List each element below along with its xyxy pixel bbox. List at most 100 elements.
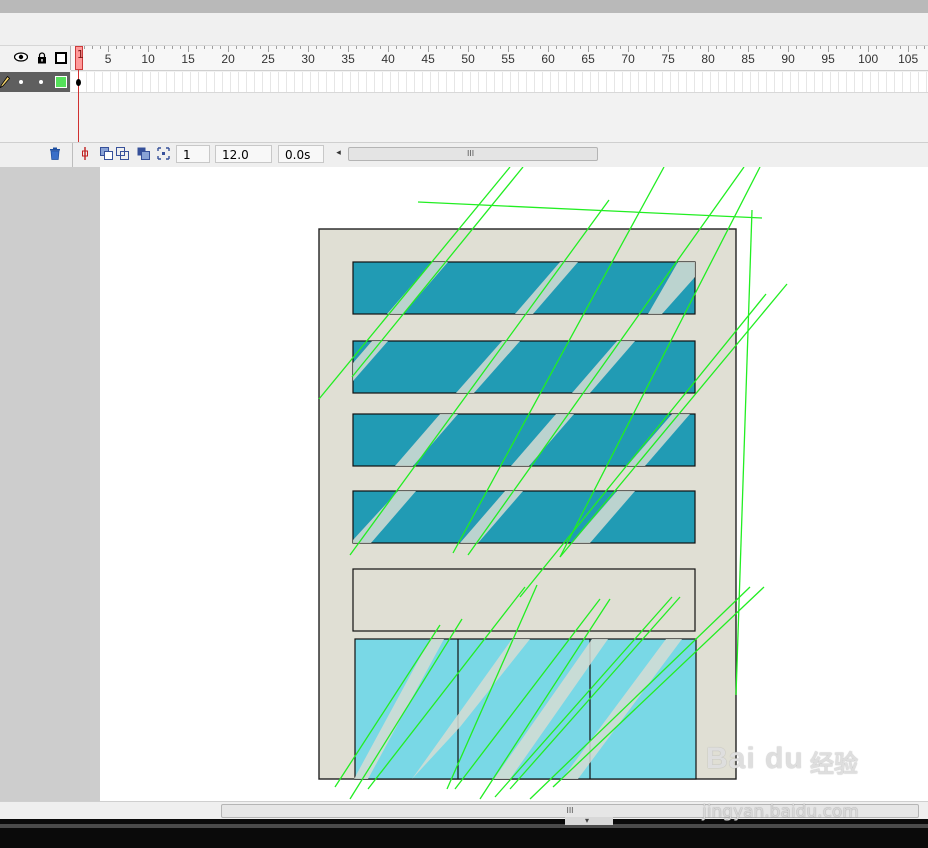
ruler-tick [836, 46, 837, 49]
layer-lock-dot[interactable] [39, 80, 43, 84]
onion-outline-icon[interactable] [116, 147, 129, 160]
ruler-tick [332, 46, 333, 49]
ruler-tick [860, 46, 861, 49]
edit-multiple-icon[interactable] [137, 147, 150, 160]
watermark-url: jingyan.baidu.com [702, 802, 859, 822]
ruler-tick [476, 46, 477, 49]
scroll-left-arrow-icon[interactable]: ◂ [332, 147, 345, 160]
ruler-tick [500, 46, 501, 49]
layer-color-icon[interactable] [55, 76, 67, 88]
frame-rate-field[interactable]: 12.0 fps [215, 145, 272, 180]
ruler-tick [244, 46, 245, 49]
onion-skin-icon[interactable] [100, 147, 113, 160]
ruler-tick [460, 46, 461, 49]
ruler-tick [684, 46, 685, 49]
watermark: Bai du 经验 jingyan.baidu.com [702, 742, 876, 828]
ruler-tick [436, 46, 437, 49]
ruler-frame-number: 20 [221, 52, 235, 66]
watermark-brand: Bai du [706, 742, 804, 775]
ruler-tick [564, 46, 565, 49]
playhead-frame-label: 1 [77, 48, 84, 61]
ruler-tick [172, 46, 173, 49]
ruler-tick [596, 46, 597, 49]
ruler-frame-number: 50 [461, 52, 475, 66]
ruler-tick [204, 46, 205, 49]
ruler-tick [740, 46, 741, 49]
ruler-frame-number: 75 [661, 52, 675, 66]
outline-icon[interactable] [54, 52, 67, 64]
ruler-tick [780, 46, 781, 49]
ruler-tick [356, 46, 357, 49]
toolbar-strip [0, 13, 928, 46]
ruler-frame-number: 55 [501, 52, 515, 66]
ruler-frame-number: 5 [104, 52, 112, 66]
ruler-tick [892, 46, 893, 49]
ruler-frame-number: 95 [821, 52, 835, 66]
watermark-brand-cn: 经验 [810, 750, 858, 778]
ruler-frame-number: 65 [581, 52, 595, 66]
ruler-tick [724, 46, 725, 49]
ruler-tick [580, 46, 581, 49]
layer-visibility-dot[interactable] [19, 80, 23, 84]
frame-grid[interactable] [71, 72, 928, 93]
ruler-tick [652, 46, 653, 49]
elapsed-time-field: 0.0s [278, 145, 324, 163]
ruler-tick [156, 46, 157, 49]
layer-header [0, 46, 71, 70]
ruler-tick [516, 46, 517, 49]
ruler-tick [180, 46, 181, 49]
ruler-tick [620, 46, 621, 49]
ruler-tick [924, 46, 925, 49]
layer-row[interactable] [0, 72, 70, 92]
ruler-tick [660, 46, 661, 49]
ruler-tick [732, 46, 733, 49]
ruler-tick [676, 46, 677, 49]
ruler-tick [292, 46, 293, 49]
ruler-frame-number: 90 [781, 52, 795, 66]
ruler-tick [92, 46, 93, 49]
center-frame-icon[interactable] [78, 147, 91, 160]
ruler-tick [812, 46, 813, 49]
ruler-frame-number: 85 [741, 52, 755, 66]
ruler-tick [420, 46, 421, 49]
stage-area [0, 167, 928, 801]
ruler-tick [756, 46, 757, 49]
ruler-tick [556, 46, 557, 49]
window-top-bar [0, 0, 928, 13]
modify-markers-icon[interactable] [157, 147, 170, 160]
timeline-footer: 1 12.0 fps 0.0s ◂ III [0, 142, 928, 180]
stage-canvas[interactable] [0, 167, 928, 801]
ruler-tick [644, 46, 645, 49]
trash-icon[interactable] [48, 147, 61, 160]
panel-collapse-handle[interactable]: ▾ [565, 816, 613, 825]
ruler-tick [396, 46, 397, 49]
ruler-tick [444, 46, 445, 49]
ruler-tick [612, 46, 613, 49]
keyframe-dot[interactable] [76, 79, 81, 86]
timeline-scrollbar[interactable]: III [348, 147, 598, 161]
ruler-tick [140, 46, 141, 49]
sign-band[interactable] [352, 568, 696, 632]
ruler-tick [820, 46, 821, 49]
ruler-tick [380, 46, 381, 49]
ruler-tick [764, 46, 765, 49]
lock-icon[interactable] [35, 52, 48, 64]
current-frame-field[interactable]: 1 [176, 145, 210, 163]
eye-icon[interactable] [13, 52, 29, 64]
ruler-tick [572, 46, 573, 49]
ruler-frame-number: 80 [701, 52, 715, 66]
ruler-tick [276, 46, 277, 49]
ruler-tick [220, 46, 221, 49]
frame-ruler[interactable]: 5 10 15 20 25 30 35 40 45 50 55 60 65 70 75 80 85 90 95 100… [71, 46, 928, 71]
ruler-tick [212, 46, 213, 49]
ruler-tick [260, 46, 261, 49]
ruler-frame-number: 15 [181, 52, 195, 66]
window-band-2[interactable] [352, 340, 696, 394]
ruler-tick [124, 46, 125, 49]
chevron-down-icon: ▾ [585, 816, 590, 825]
ruler-frame-number: 105 [898, 52, 919, 66]
ruler-tick [372, 46, 373, 49]
ruler-frame-number: 40 [381, 52, 395, 66]
ruler-tick [364, 46, 365, 49]
ruler-tick [412, 46, 413, 49]
